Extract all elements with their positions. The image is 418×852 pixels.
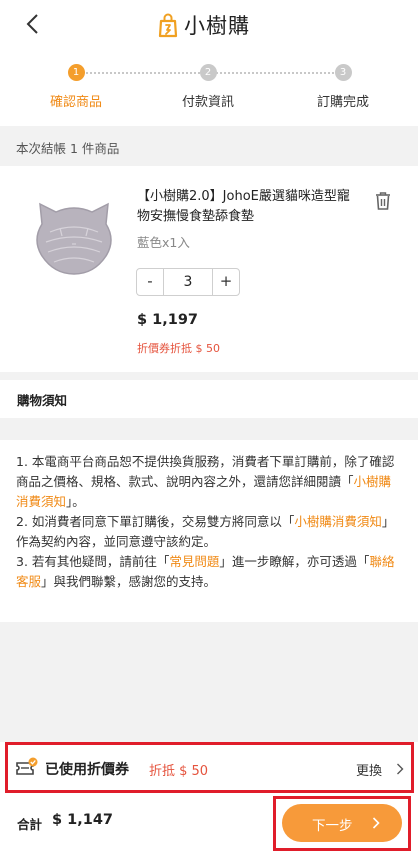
brand: 小樹購 — [158, 9, 250, 41]
quantity-decrease-button[interactable]: - — [137, 269, 163, 295]
consumer-notice-link[interactable]: 小樹購消費須知 — [294, 514, 382, 529]
step-number: 1 — [67, 64, 85, 81]
product-variant: 藍色x1入 — [137, 235, 190, 250]
next-step-label: 下一步 — [312, 818, 353, 834]
total-value: $ 1,147 — [52, 812, 114, 828]
step-label: 付款資訊 — [181, 95, 234, 110]
step-label: 確認商品 — [49, 95, 102, 110]
step-confirm-items: 1 確認商品 — [16, 64, 136, 110]
step-label: 訂購完成 — [316, 95, 369, 110]
notice-item-1: 1. 本電商平台商品恕不提供換貨服務，消費者下單訂購前，除了確認商品之價格、規格… — [16, 454, 395, 509]
back-icon[interactable] — [22, 12, 46, 36]
spacer — [0, 622, 418, 742]
checkout-summary: 本次結帳 1 件商品 — [0, 126, 418, 166]
total-label: 合計 — [17, 817, 43, 832]
shopping-bag-logo-icon — [158, 13, 178, 38]
trash-icon[interactable] — [374, 191, 392, 211]
chevron-right-icon — [372, 817, 380, 829]
checkout-steps: 1 確認商品 2 付款資訊 3 訂購完成 — [0, 56, 418, 116]
step-payment-info: 2 付款資訊 — [148, 64, 268, 110]
step-order-complete: 3 訂購完成 — [283, 64, 403, 110]
step-number: 2 — [199, 64, 217, 81]
faq-link[interactable]: 常見問題 — [169, 554, 219, 569]
purchase-notice: 1. 本電商平台商品恕不提供換貨服務，消費者下單訂購前，除了確認商品之價格、規格… — [0, 440, 418, 622]
product-title[interactable]: 【小樹購2.0】JohoE嚴選貓咪造型寵物安撫慢食墊舔食墊 — [137, 187, 362, 227]
step-number: 3 — [334, 64, 352, 81]
brand-name: 小樹購 — [184, 14, 250, 38]
quantity-stepper: - 3 + — [136, 268, 240, 296]
divider — [0, 372, 418, 380]
next-step-button[interactable]: 下一步 — [282, 804, 402, 842]
coupon-row[interactable]: 已使用折價券 折抵 $ 50 更換 — [5, 742, 414, 793]
quantity-increase-button[interactable]: + — [213, 269, 239, 295]
header: 小樹購 — [0, 0, 418, 48]
notice-heading: 購物須知 — [0, 380, 418, 418]
divider — [0, 418, 418, 440]
quantity-input[interactable]: 3 — [163, 269, 213, 295]
coupon-used-label: 已使用折價券 — [45, 762, 129, 778]
coupon-change-link[interactable]: 更換 — [356, 760, 382, 779]
notice-item-2: 2. 如消費者同意下單訂購後，交易雙方將同意以「小樹購消費須知」 作為契約內容，… — [16, 514, 395, 549]
coupon-discount-value: 折抵 $ 50 — [149, 764, 209, 779]
chevron-right-icon[interactable] — [396, 763, 404, 775]
product-image — [36, 202, 112, 275]
coupon-discount-note: 折價券折抵 $ 50 — [137, 342, 220, 355]
notice-item-3: 3. 若有其他疑問，請前往「常見問題」進一步瞭解，亦可透過「聯絡客服」與我們聯繫… — [16, 554, 395, 589]
next-step-area: 下一步 — [273, 796, 411, 851]
product-item: 【小樹購2.0】JohoE嚴選貓咪造型寵物安撫慢食墊舔食墊 藍色x1入 - 3 … — [0, 166, 418, 372]
coupon-ticket-icon — [16, 757, 38, 775]
product-price: $ 1,197 — [137, 312, 199, 328]
